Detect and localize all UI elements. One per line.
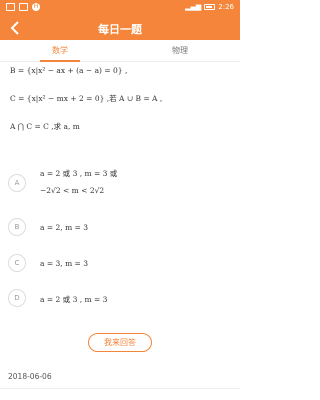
option-text-line-1: a = 2, m = 3 bbox=[40, 223, 88, 232]
option-letter: B bbox=[8, 218, 26, 236]
status-time: 2:26 bbox=[218, 3, 234, 11]
option-text-line-1: a = 3, m = 3 bbox=[40, 259, 88, 268]
tab-math[interactable]: 数学 bbox=[0, 40, 120, 62]
option-letter: D bbox=[8, 289, 26, 307]
option-letter: A bbox=[8, 174, 26, 192]
notification-icon bbox=[6, 3, 15, 11]
option-text-line-2: −2√2 < m < 2√2 bbox=[40, 186, 105, 195]
status-bar: H ▂▄▆ 2:26 bbox=[0, 0, 240, 16]
signal-icon: ▂▄▆ bbox=[185, 3, 202, 11]
question-line-1: B = {x|x² − ax + (a − a) = 0} , bbox=[10, 66, 128, 75]
status-left: H bbox=[6, 3, 40, 11]
option-text-line-1: a = 2 或 3 , m = 3 或 bbox=[40, 169, 118, 178]
divider bbox=[0, 388, 240, 389]
tab-physics[interactable]: 物理 bbox=[120, 40, 240, 62]
subject-tabs: 数学 物理 bbox=[0, 40, 240, 62]
battery-icon bbox=[204, 4, 216, 10]
title-bar: 每日一题 bbox=[0, 16, 240, 40]
question-date: 2018-06-06 bbox=[8, 372, 52, 381]
answer-button[interactable]: 我来回答 bbox=[88, 333, 152, 352]
app-badge-icon: H bbox=[32, 3, 40, 11]
active-tab-indicator bbox=[40, 60, 80, 62]
option-letter: C bbox=[8, 254, 26, 272]
status-right: ▂▄▆ 2:26 bbox=[185, 3, 234, 11]
page-title: 每日一题 bbox=[98, 23, 142, 36]
question-line-2: C = {x|x² − mx + 2 = 0} ,若 A ∪ B = A , bbox=[10, 94, 163, 103]
message-icon bbox=[19, 3, 28, 11]
question-line-3: A ⋂ C = C ,求 a, m bbox=[10, 122, 80, 131]
option-text-line-1: a = 2 或 3 , m = 3 bbox=[40, 295, 108, 304]
